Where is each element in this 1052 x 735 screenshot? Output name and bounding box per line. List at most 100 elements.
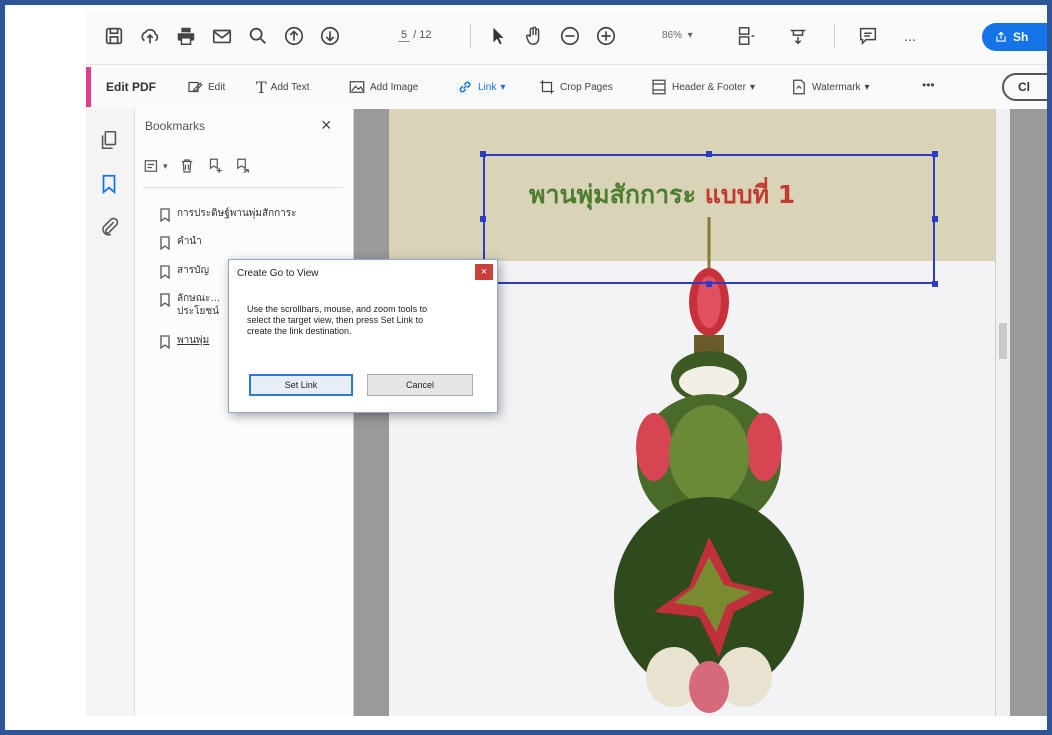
bookmark-item[interactable]: การประดิษฐ์พานพุ่มสักการะ bbox=[159, 207, 339, 222]
next-page-icon[interactable] bbox=[318, 24, 342, 48]
more-label: ... bbox=[904, 28, 916, 44]
edit-icon bbox=[188, 81, 203, 93]
bookmark-item-icon bbox=[160, 208, 170, 222]
flower-arrangement-image bbox=[614, 217, 804, 713]
dialog-title: Create Go to View bbox=[237, 268, 319, 279]
navigation-rail bbox=[86, 109, 135, 716]
divider bbox=[470, 24, 471, 48]
page-total: / 12 bbox=[413, 29, 432, 41]
page-display-icon[interactable] bbox=[734, 24, 758, 48]
share-icon bbox=[996, 31, 1006, 42]
new-bookmark-icon[interactable] bbox=[206, 157, 224, 175]
resize-handle[interactable] bbox=[480, 216, 486, 222]
divider bbox=[834, 24, 835, 48]
more-tools-icon[interactable]: ... bbox=[898, 24, 922, 48]
header-footer-label: Header & Footer bbox=[672, 81, 746, 93]
bookmark-item-label: พานพุ่ม bbox=[177, 335, 210, 346]
chevron-down-icon[interactable]: ▾ bbox=[163, 161, 168, 172]
options-menu-icon[interactable] bbox=[143, 157, 161, 175]
resize-handle[interactable] bbox=[480, 151, 486, 157]
print-icon[interactable] bbox=[174, 24, 198, 48]
vertical-scrollbar[interactable] bbox=[995, 109, 1010, 716]
bookmarks-header: Bookmarks bbox=[145, 119, 206, 133]
search-icon[interactable] bbox=[246, 24, 270, 48]
fit-width-icon[interactable] bbox=[786, 24, 810, 48]
add-image-label: Add Image bbox=[370, 81, 419, 93]
add-image-button[interactable]: Add Image bbox=[348, 78, 418, 96]
divider bbox=[143, 187, 343, 188]
bookmark-item-label: การประดิษฐ์พานพุ่มสักการะ bbox=[177, 208, 297, 219]
edit-pdf-toolbar: Edit PDF Edit T Add Text Add Image Link ▾… bbox=[86, 64, 1047, 110]
text-icon: T bbox=[256, 78, 267, 97]
page-number-field[interactable]: 5 / 12 bbox=[398, 29, 432, 42]
tool-accent-bar bbox=[86, 67, 91, 107]
bookmark-item-icon bbox=[160, 293, 170, 307]
zoom-value: 86% bbox=[662, 30, 683, 41]
bookmark-item-icon bbox=[160, 236, 170, 250]
attachment-icon[interactable] bbox=[98, 215, 120, 237]
scrollbar-thumb[interactable] bbox=[999, 323, 1007, 359]
delete-icon[interactable] bbox=[178, 157, 196, 175]
image-icon bbox=[349, 81, 365, 93]
watermark-label: Watermark bbox=[812, 81, 861, 93]
link-label: Link bbox=[478, 81, 497, 93]
page-thumbnails-icon[interactable] bbox=[98, 129, 120, 151]
zoom-in-icon[interactable] bbox=[594, 24, 618, 48]
comment-icon[interactable] bbox=[856, 24, 880, 48]
previous-page-icon[interactable] bbox=[282, 24, 306, 48]
close-icon[interactable]: × bbox=[475, 264, 493, 280]
expand-bookmark-icon[interactable] bbox=[234, 157, 252, 175]
edit-tool-button[interactable]: Edit bbox=[186, 78, 225, 96]
chevron-down-icon: ▾ bbox=[864, 81, 870, 93]
bookmark-item-icon bbox=[160, 265, 170, 279]
resize-handle[interactable] bbox=[706, 151, 712, 157]
bookmark-item-label: สารบัญ bbox=[177, 265, 209, 276]
cancel-button[interactable]: Cancel bbox=[367, 374, 473, 396]
close-tool-button[interactable]: Cl bbox=[1002, 73, 1047, 101]
dialog-message: Use the scrollbars, mouse, and zoom tool… bbox=[247, 304, 428, 336]
chevron-down-icon: ▾ bbox=[749, 81, 755, 93]
upload-cloud-icon[interactable] bbox=[138, 24, 162, 48]
more-options-label: ••• bbox=[922, 78, 935, 92]
zoom-level[interactable]: 86% ▾ bbox=[662, 30, 693, 41]
crop-pages-button[interactable]: Crop Pages bbox=[538, 78, 613, 96]
edit-label: Edit bbox=[208, 81, 226, 93]
more-options-button[interactable]: ••• bbox=[922, 78, 935, 92]
set-link-button[interactable]: Set Link bbox=[249, 374, 353, 396]
bookmark-item-label: คำนำ bbox=[177, 236, 202, 247]
save-icon[interactable] bbox=[102, 24, 126, 48]
hand-tool-icon[interactable] bbox=[522, 24, 546, 48]
chevron-down-icon: ▾ bbox=[500, 81, 506, 93]
tool-title: Edit PDF bbox=[106, 80, 156, 94]
link-icon bbox=[459, 81, 471, 93]
close-icon[interactable]: × bbox=[321, 115, 332, 136]
link-selection-box[interactable] bbox=[483, 154, 935, 284]
crop-icon bbox=[540, 80, 554, 94]
link-button[interactable]: Link ▾ bbox=[456, 78, 505, 96]
header-footer-button[interactable]: Header & Footer ▾ bbox=[650, 78, 755, 96]
acrobat-window: 5 / 12 86% ▾ ... Sh Edit PDF Edit T Add … bbox=[86, 10, 1047, 716]
bookmark-item-icon bbox=[160, 335, 170, 349]
main-toolbar: 5 / 12 86% ▾ ... Sh bbox=[86, 10, 1047, 62]
add-text-button[interactable]: T Add Text bbox=[256, 78, 309, 97]
resize-handle[interactable] bbox=[932, 151, 938, 157]
share-button[interactable]: Sh bbox=[982, 23, 1047, 51]
resize-handle[interactable] bbox=[706, 281, 712, 287]
watermark-button[interactable]: Watermark ▾ bbox=[790, 78, 870, 96]
bookmark-icon[interactable] bbox=[98, 173, 120, 195]
bookmarks-toolbar: ▾ bbox=[143, 155, 252, 177]
email-icon[interactable] bbox=[210, 24, 234, 48]
zoom-out-icon[interactable] bbox=[558, 24, 582, 48]
add-text-label: Add Text bbox=[270, 82, 310, 93]
create-go-to-view-dialog: Create Go to View × Use the scrollbars, … bbox=[228, 259, 498, 413]
current-page[interactable]: 5 bbox=[398, 29, 411, 42]
bookmark-item-label: ลักษณะ… ประโยชน์ bbox=[177, 293, 221, 317]
bookmark-item[interactable]: คำนำ bbox=[159, 235, 339, 250]
resize-handle[interactable] bbox=[932, 281, 938, 287]
bookmark-item[interactable]: พานพุ่ม bbox=[159, 334, 229, 349]
watermark-icon bbox=[793, 79, 805, 95]
resize-handle[interactable] bbox=[932, 216, 938, 222]
select-cursor-icon[interactable] bbox=[486, 24, 510, 48]
share-label: Sh bbox=[1013, 30, 1029, 44]
bookmark-item[interactable]: ลักษณะ… ประโยชน์ bbox=[159, 292, 229, 318]
